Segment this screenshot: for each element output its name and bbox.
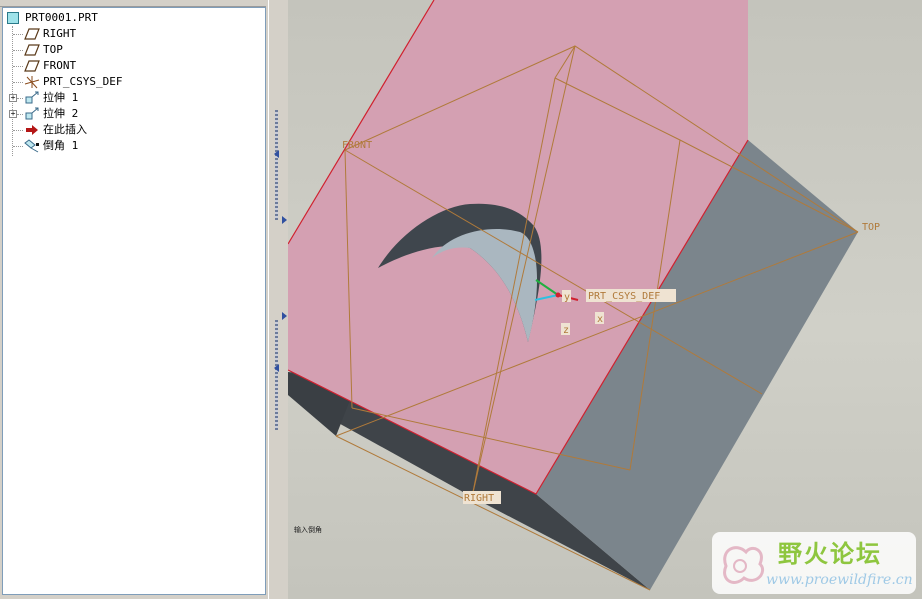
panel-splitter[interactable] xyxy=(268,0,288,599)
extrude-icon xyxy=(24,91,40,105)
expand-right-arrow-icon[interactable] xyxy=(282,216,287,224)
tree-connector xyxy=(13,50,23,51)
tree-item-label: FRONT xyxy=(43,59,77,72)
tree-item-top[interactable]: TOP xyxy=(24,42,63,58)
tree-connector xyxy=(13,66,23,67)
tree-item-label: 倒角 1 xyxy=(43,139,79,152)
graphics-viewport[interactable]: FRONT TOP RIGHT PRT_CSYS_DEF y z x xyxy=(288,0,922,599)
tree-item-label: 拉伸 2 xyxy=(43,107,79,120)
top-datum-label: TOP xyxy=(862,222,880,233)
datum-plane-icon xyxy=(24,27,40,41)
tree-item-label: RIGHT xyxy=(43,27,77,40)
collapse-left-arrow-icon[interactable] xyxy=(274,150,279,158)
right-datum-label: RIGHT xyxy=(464,493,494,504)
tree-item-label: 在此插入 xyxy=(43,123,87,136)
collapse-left-arrow-icon[interactable] xyxy=(274,364,279,372)
status-message: 输入倒角 xyxy=(294,526,322,534)
tree-connector xyxy=(13,130,23,131)
watermark-title: 野火论坛 xyxy=(778,540,882,568)
extrude-icon xyxy=(24,107,40,121)
tree-item-insert-here[interactable]: 在此插入 xyxy=(24,122,87,138)
front-datum-label: FRONT xyxy=(342,140,372,151)
model-tree-header xyxy=(0,0,266,7)
watermark-url: www.proewildfire.cn xyxy=(766,572,913,588)
tree-connector xyxy=(13,34,23,35)
tree-item-csys[interactable]: PRT_CSYS_DEF xyxy=(24,74,122,90)
tree-item-chamfer-1[interactable]: 倒角 1 xyxy=(24,138,78,154)
chamfer-icon xyxy=(24,139,40,153)
datum-plane-icon xyxy=(24,59,40,73)
tree-item-front[interactable]: FRONT xyxy=(24,58,76,74)
coordinate-system-icon xyxy=(24,75,40,89)
splitter-grip[interactable] xyxy=(275,110,278,220)
tree-item-label: 拉伸 1 xyxy=(43,91,79,104)
expand-toggle[interactable]: + xyxy=(9,110,17,118)
x-axis-label: x xyxy=(597,314,603,325)
tree-connector xyxy=(17,114,23,115)
z-axis-label: z xyxy=(563,325,569,336)
tree-root-part[interactable]: PRT0001.PRT xyxy=(6,10,98,26)
watermark-logo-icon xyxy=(723,546,765,584)
tree-root-label: PRT0001.PRT xyxy=(25,11,98,24)
tree-connector xyxy=(12,26,13,156)
tree-item-label: PRT_CSYS_DEF xyxy=(43,75,123,88)
expand-right-arrow-icon[interactable] xyxy=(282,312,287,320)
y-axis-label: y xyxy=(564,292,570,303)
expand-toggle[interactable]: + xyxy=(9,94,17,102)
watermark: 野火论坛 www.proewildfire.cn xyxy=(712,532,916,594)
tree-connector xyxy=(17,98,23,99)
model-tree[interactable]: PRT0001.PRT RIGHT TOP FRONT PRT_CSYS_DEF xyxy=(2,7,266,595)
tree-connector xyxy=(13,82,23,83)
splitter-grip[interactable] xyxy=(275,320,278,430)
tree-item-label: TOP xyxy=(43,43,63,56)
tree-item-right[interactable]: RIGHT xyxy=(24,26,76,42)
model-tree-panel: PRT0001.PRT RIGHT TOP FRONT PRT_CSYS_DEF xyxy=(0,0,268,599)
insert-here-arrow-icon xyxy=(24,123,40,137)
csys-label: PRT_CSYS_DEF xyxy=(588,291,660,302)
tree-item-extrude-2[interactable]: 拉伸 2 xyxy=(24,106,78,122)
tree-connector xyxy=(13,146,23,147)
tree-item-extrude-1[interactable]: 拉伸 1 xyxy=(24,90,78,106)
datum-plane-icon xyxy=(24,43,40,57)
part-icon xyxy=(6,11,22,25)
model-canvas: FRONT TOP RIGHT PRT_CSYS_DEF y z x xyxy=(288,0,880,591)
